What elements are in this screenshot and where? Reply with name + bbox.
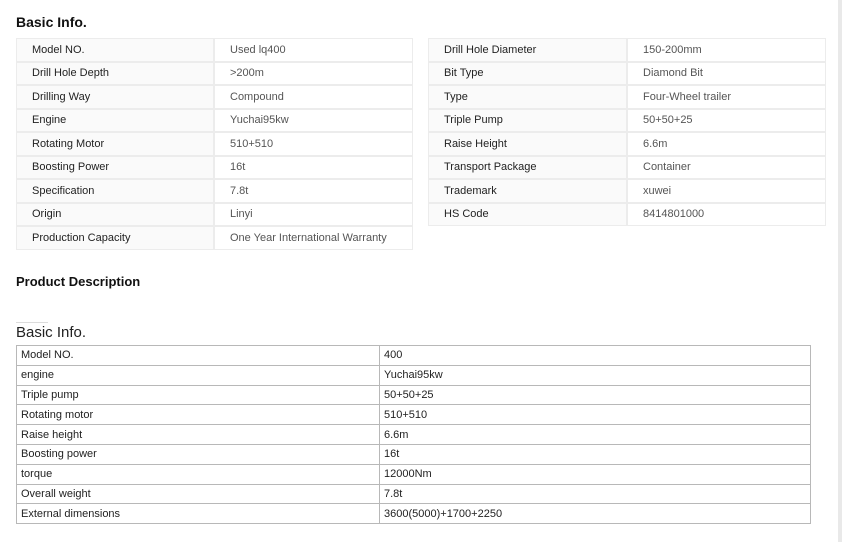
spec-value: 510+510	[214, 132, 413, 156]
page-scroll-edge	[838, 0, 842, 542]
table-cell-value: 6.6m	[379, 424, 811, 445]
spec-row: Engine Yuchai95kw	[16, 108, 413, 132]
spec-label: Trademark	[428, 179, 627, 203]
table-cell-label: Triple pump	[16, 384, 380, 406]
table-cell-label: Model NO.	[16, 345, 380, 366]
table-row: Triple pump 50+50+25	[16, 384, 811, 406]
spec-row: Rotating Motor 510+510	[16, 132, 413, 156]
spec-row: Raise Height 6.6m	[428, 132, 826, 156]
spec-row: Type Four-Wheel trailer	[428, 85, 826, 109]
table-cell-value: 510+510	[379, 404, 811, 426]
spec-value: Linyi	[214, 202, 413, 226]
spec-label: Transport Package	[428, 155, 627, 179]
table-cell-value: 3600(5000)+1700+2250	[379, 503, 811, 525]
spec-label: Type	[428, 85, 627, 109]
table-row: Boosting power 16t	[16, 443, 811, 465]
spec-row: Drill Hole Depth >200m	[16, 61, 413, 85]
spec-label: Drill Hole Diameter	[428, 38, 627, 62]
spec-row: Origin Linyi	[16, 202, 413, 226]
spec-label: Engine	[16, 108, 214, 132]
basic-info-heading: Basic Info.	[16, 14, 87, 30]
table-cell-value: 16t	[379, 443, 811, 465]
spec-label: Specification	[16, 179, 214, 203]
spec-row: Boosting Power 16t	[16, 155, 413, 179]
spec-row: Triple Pump 50+50+25	[428, 108, 826, 132]
basic-info-table-right: Drill Hole Diameter 150-200mm Bit Type Dia…	[428, 38, 826, 226]
spec-row: HS Code 8414801000	[428, 202, 826, 226]
table-row: torque 12000Nm	[16, 463, 811, 485]
spec-label: Production Capacity	[16, 226, 214, 250]
table-row: engine Yuchai95kw	[16, 364, 811, 386]
spec-label: Raise Height	[428, 132, 627, 156]
spec-value: Four-Wheel trailer	[627, 85, 826, 109]
table-row: Raise height 6.6m	[16, 424, 811, 445]
spec-label: Bit Type	[428, 61, 627, 85]
table-cell-label: Raise height	[16, 424, 380, 445]
table-row: Model NO. 400	[16, 345, 811, 366]
spec-label: Triple Pump	[428, 108, 627, 132]
table-cell-label: Boosting power	[16, 443, 380, 465]
spec-value: 7.8t	[214, 179, 413, 203]
spec-value: 150-200mm	[627, 38, 826, 62]
spec-value: Used lq400	[214, 38, 413, 62]
spec-value: 6.6m	[627, 132, 826, 156]
table-cell-label: Rotating motor	[16, 404, 380, 426]
spec-row: Trademark xuwei	[428, 179, 826, 203]
spec-value: Compound	[214, 85, 413, 109]
spec-row: Production Capacity One Year Internationa…	[16, 226, 413, 250]
spec-label: Drilling Way	[16, 85, 214, 109]
table-cell-value: 400	[379, 345, 811, 366]
basic-info-table-left: Model NO. Used lq400 Drill Hole Depth >200…	[16, 38, 413, 250]
table-cell-value: 7.8t	[379, 483, 811, 505]
spec-row: Model NO. Used lq400	[16, 38, 413, 62]
spec-label: HS Code	[428, 202, 627, 226]
table-cell-value: 12000Nm	[379, 463, 811, 485]
spec-row: Bit Type Diamond Bit	[428, 61, 826, 85]
spec-value: Container	[627, 155, 826, 179]
description-basic-info-heading: Basic Info.	[16, 324, 87, 341]
table-cell-label: External dimensions	[16, 503, 380, 525]
spec-value: 50+50+25	[627, 108, 826, 132]
spec-value: One Year International Warranty	[214, 226, 413, 250]
spec-value: Yuchai95kw	[214, 108, 413, 132]
spec-value: Diamond Bit	[627, 61, 826, 85]
table-row: Rotating motor 510+510	[16, 404, 811, 426]
table-cell-value: Yuchai95kw	[379, 364, 811, 386]
table-cell-label: engine	[16, 364, 380, 386]
spec-label: Model NO.	[16, 38, 214, 62]
table-cell-value: 50+50+25	[379, 384, 811, 406]
spec-row: Drilling Way Compound	[16, 85, 413, 109]
spec-value: xuwei	[627, 179, 826, 203]
table-row: Overall weight 7.8t	[16, 483, 811, 505]
spec-row: Specification 7.8t	[16, 179, 413, 203]
section-divider	[16, 322, 48, 323]
table-row: External dimensions 3600(5000)+1700+2250	[16, 503, 811, 525]
spec-value: 8414801000	[627, 202, 826, 226]
table-cell-label: torque	[16, 463, 380, 485]
product-description-heading: Product Description	[16, 274, 141, 289]
spec-row: Transport Package Container	[428, 155, 826, 179]
spec-row: Drill Hole Diameter 150-200mm	[428, 38, 826, 62]
spec-label: Boosting Power	[16, 155, 214, 179]
spec-label: Drill Hole Depth	[16, 61, 214, 85]
table-cell-label: Overall weight	[16, 483, 380, 505]
spec-value: 16t	[214, 155, 413, 179]
spec-label: Origin	[16, 202, 214, 226]
spec-value: >200m	[214, 61, 413, 85]
spec-label: Rotating Motor	[16, 132, 214, 156]
description-spec-table: Model NO. 400 engine Yuchai95kw Triple pum…	[16, 345, 811, 525]
